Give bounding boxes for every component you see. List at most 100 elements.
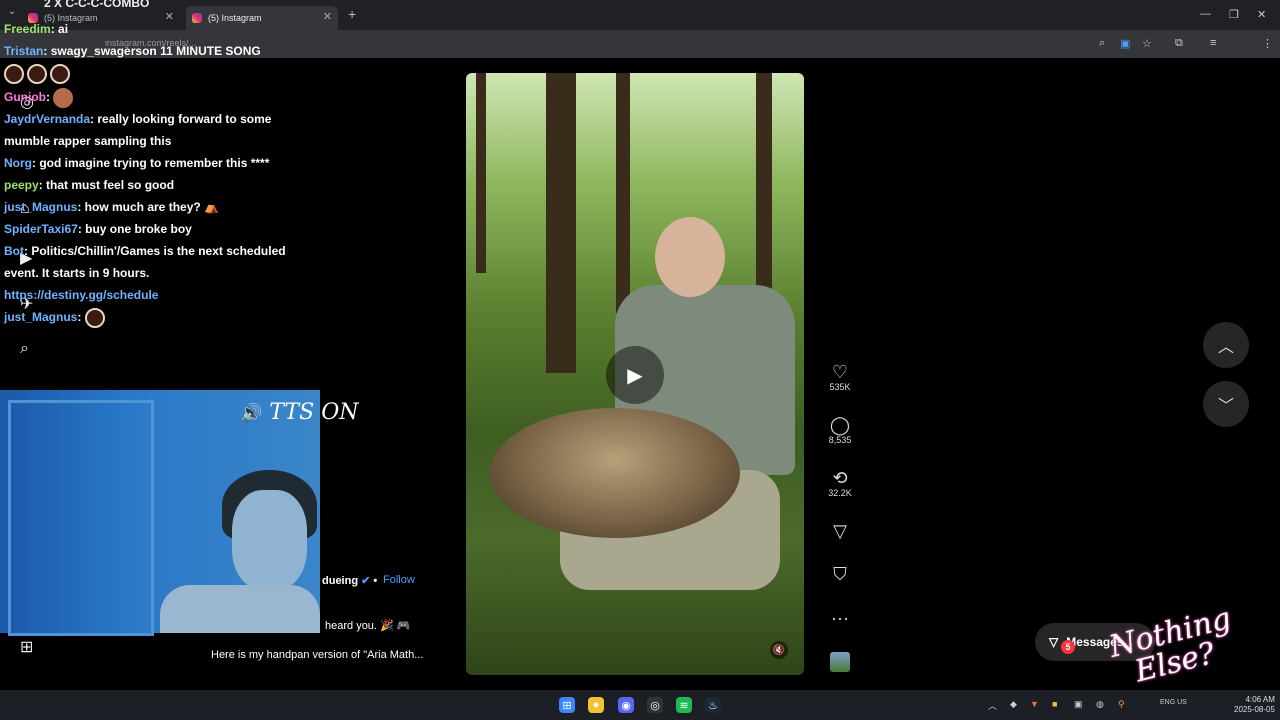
comment-count: 8,535 [828,435,852,445]
new-tab-button[interactable]: + [348,6,356,22]
tray-brave-icon[interactable]: ▼ [1030,699,1039,709]
tray-app-icon[interactable]: ◍ [1096,699,1104,710]
chat-message: JaydrVernanda: really looking forward to… [4,108,294,152]
chat-username: Bot [4,244,24,258]
tray-app-icon[interactable]: ⚲ [1118,699,1125,710]
chat-text: : ai [50,22,69,36]
chat-message: just_Magnus: [4,306,294,328]
chat-link[interactable]: https://destiny.gg/schedule [4,284,294,306]
follow-button[interactable]: Follow [383,574,415,586]
chat-username: just_Magnus [4,310,78,324]
video-person-head [655,217,725,297]
chat-username: Freedim [4,22,51,36]
tts-text: TTS ON [269,400,359,425]
audio-thumbnail[interactable] [830,652,850,672]
speaker-icon: 🔊 [240,403,263,424]
heart-icon: ♡ [831,362,849,382]
messages-badge: 5 [1061,640,1075,654]
comment-snippet: heard you. 🎉 🎮 [325,620,411,632]
media-icon[interactable]: ≡ [1210,37,1216,49]
discord-icon[interactable]: ◉ [618,697,634,713]
webcam-person-shirt [160,585,320,633]
repost-count: 32.2K [828,488,852,498]
reel-owner[interactable]: dueing ✔ • [322,574,377,587]
emote-icon [27,63,47,84]
tray-app-icon[interactable]: ◆ [1010,699,1017,710]
reel-caption[interactable]: Here is my handpan version of "Aria Math… [211,649,423,661]
chat-message: Freedim: ai [4,18,294,40]
play-icon[interactable]: ▶ [606,346,664,404]
bookmark-icon: ⛉ [833,564,847,584]
chat-text: : buy one broke boy [77,222,192,236]
chat-username: peepy [4,178,39,192]
next-reel-button[interactable]: ﹀ [1203,381,1249,427]
chat-message: peepy: that must feel so good [4,174,294,196]
restore-icon[interactable]: ❐ [1229,8,1239,21]
comment-button[interactable]: ◯ 8,535 [820,415,860,445]
spotify-icon[interactable]: ≋ [676,697,692,713]
verified-icon: ✔ [361,575,371,587]
emote-icon [4,63,24,84]
chat-message: Norg: god imagine trying to remember thi… [4,152,294,174]
chevron-up-icon: ︿ [1217,339,1234,356]
tts-label: 🔊 TTS ON [240,402,359,425]
like-button[interactable]: ♡ 535K [820,362,860,392]
repost-icon: ⟲ [832,468,848,488]
webcam-person-face [232,490,307,590]
tab-menu-icon[interactable]: ⌄ [8,6,16,17]
mute-icon[interactable]: 🔇 [770,641,788,659]
taskbar-clock[interactable]: 4:06 AM 2025-08-05 [1234,695,1275,715]
chat-text: : Politics/Chillin'/Games is the next sc… [4,244,286,280]
more-icon: ··· [831,608,849,628]
search-icon[interactable]: ⌕ [20,340,29,358]
chevron-down-icon: ﹀ [1217,398,1234,415]
share-button[interactable]: ▽ [820,521,860,541]
chat-username: just_Magnus [4,200,78,214]
extensions-icon[interactable]: ⧉ [1175,37,1183,50]
save-button[interactable]: ⛉ [820,564,860,584]
chat-message: Gunjob: [4,86,294,108]
chat-overlay: Freedim: ai Tristan: swagy_swagerson 11 … [4,18,294,328]
chat-message: SpiderTaxi67: buy one broke boy [4,218,294,240]
close-window-icon[interactable]: ✕ [1257,8,1266,21]
chat-username: JaydrVernanda [4,112,91,126]
bookmark-star-icon[interactable]: ☆ [1142,37,1152,50]
chat-text: : swagy_swagerson 11 MINUTE SONG [43,44,261,58]
language-indicator[interactable]: ENG US [1160,699,1187,707]
webcam-door [8,400,154,636]
chat-text: : [77,310,82,324]
repost-button[interactable]: ⟲ 32.2K [820,468,860,498]
close-tab-icon[interactable]: ✕ [323,10,332,23]
chat-message: Tristan: swagy_swagerson 11 MINUTE SONG [4,40,294,62]
more-button[interactable]: ··· [820,608,860,628]
steam-icon[interactable]: ♨ [705,697,721,713]
emote-icon: ⛺ [204,200,219,214]
obs-icon[interactable]: ◎ [647,697,663,713]
schedule-link[interactable]: https://destiny.gg/schedule [4,288,158,302]
owner-name[interactable]: dueing [322,575,358,587]
like-count: 535K [829,382,851,392]
combo-text: 2 X C-C-C-COMBO [44,0,150,10]
windows-taskbar [0,690,1280,720]
more-grid-icon[interactable]: ⊞ [20,637,33,657]
start-icon[interactable]: ⊞ [559,697,575,713]
chat-emote-row [4,62,294,86]
tray-app-icon[interactable]: ■ [1052,699,1057,709]
chat-username: Tristan [4,44,44,58]
clock-time: 4:06 AM [1245,695,1275,704]
tray-app-icon[interactable]: ▣ [1074,699,1083,710]
chat-text: : that must feel so good [38,178,175,192]
tray-chevron-icon[interactable]: ︿ [988,699,997,712]
translate-icon[interactable]: ▣ [1120,37,1130,50]
chrome-icon[interactable]: ● [588,697,604,713]
send-icon: ▽ [1049,635,1059,649]
chat-username: Gunjob [4,90,46,104]
zoom-icon[interactable]: ⌕ [1099,37,1105,50]
comment-icon: ◯ [829,415,851,435]
previous-reel-button[interactable]: ︿ [1203,322,1249,368]
emote-icon [84,307,105,328]
chat-text: : how much are they? [77,200,201,214]
handpan-instrument [490,408,740,538]
menu-icon[interactable]: ⋮ [1262,37,1273,50]
minimize-icon[interactable]: — [1200,8,1211,20]
